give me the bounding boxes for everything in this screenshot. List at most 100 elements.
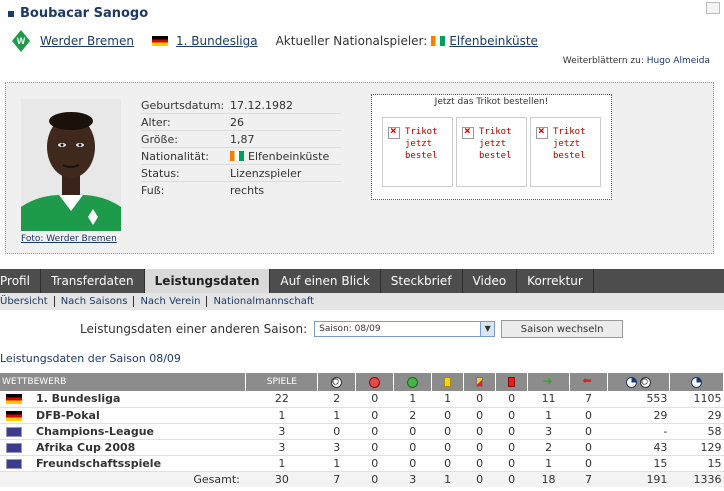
player-header: Boubacar Sanogo W Werder Bremen 1. Bunde… (0, 0, 724, 95)
stat-cell: 3 (245, 423, 318, 440)
total-label-text: Gesamt: (193, 472, 240, 486)
season-select[interactable]: Saison: 08/09 ▼ (314, 321, 496, 337)
subnav-uebersicht[interactable]: Übersicht (0, 296, 55, 307)
stat-cell: 0 (355, 439, 394, 456)
photo-caption-link[interactable]: Foto: Werder Bremen (21, 234, 117, 244)
jersey-ad-2[interactable]: Trikot jetzt bestel (456, 117, 527, 187)
jersey-ad-1[interactable]: Trikot jetzt bestel (382, 117, 453, 187)
competition-badge-icon (6, 458, 22, 469)
next-player-link[interactable]: Hugo Almeida (647, 56, 710, 66)
stat-cell: 0 (463, 455, 496, 472)
next-label: Weiterblättern zu: (562, 56, 644, 66)
stat-cell: 1 (317, 407, 356, 424)
ivory-coast-flag-icon (230, 151, 244, 161)
stat-cell: 2 (393, 407, 432, 424)
info-label: Geburtsdatum: (141, 98, 225, 112)
subnav-nationalmannschaft[interactable]: Nationalmannschaft (207, 296, 320, 307)
change-season-button[interactable]: Saison wechseln (501, 320, 624, 338)
club-row: W Werder Bremen 1. Bundesliga Aktueller … (12, 28, 538, 54)
header-subbed-out (569, 373, 608, 391)
stat-cell: 0 (355, 407, 394, 424)
table-row: 1. Bundesliga 22 2 0 1 1 0 0 11 7 553 1105 (0, 391, 724, 408)
info-value: Lizenzspieler (230, 166, 302, 180)
close-icon[interactable] (706, 2, 720, 14)
broken-image-icon (388, 125, 400, 139)
stat-cell: 0 (569, 455, 608, 472)
stats-table: WETTBEWERB SPIELE 1. Bundesliga222011001… (0, 373, 724, 487)
yellow-red-card-icon (476, 376, 484, 387)
table-row: Freundschaftsspiele 1 1 0 0 0 0 0 1 0 15 15 (0, 455, 724, 472)
stat-cell: 3 (527, 423, 570, 440)
header-minutes (669, 373, 724, 391)
stat-cell: 7 (569, 471, 608, 487)
jersey-ad-text: Trikot jetzt bestel (479, 127, 512, 161)
tab-video[interactable]: Video (463, 269, 518, 293)
stat-cell: 43 (607, 439, 670, 456)
stat-cell: 1 (245, 455, 318, 472)
chevron-down-icon[interactable]: ▼ (480, 322, 495, 336)
header-subbed-in (527, 373, 571, 391)
table-total-row: Gesamt: 30 7 0 3 1 0 0 18 7 191 1336 (0, 471, 724, 487)
info-value: 26 (230, 115, 244, 129)
competition-cell[interactable]: Afrika Cup 2008 (0, 439, 246, 456)
competition-badge-icon (6, 426, 22, 437)
season-selector-row: Leistungsdaten einer anderen Saison: Sai… (80, 320, 624, 338)
tab-korrektur[interactable]: Korrektur (517, 269, 594, 293)
competition-cell[interactable]: DFB-Pokal (0, 407, 246, 424)
stat-cell: 1 (317, 455, 356, 472)
stat-cell: 0 (495, 391, 528, 408)
league-link[interactable]: 1. Bundesliga (176, 34, 258, 48)
stat-cell: 2 (317, 391, 356, 408)
info-label: Alter: (141, 115, 171, 129)
section-title: Leistungsdaten der Saison 08/09 (0, 352, 181, 365)
info-row-status: Status: Lizenzspieler (141, 165, 341, 182)
tab-leistungsdaten[interactable]: Leistungsdaten (144, 269, 271, 293)
competition-cell[interactable]: 1. Bundesliga (0, 391, 246, 408)
national-team-link[interactable]: Elfenbeinküste (449, 34, 538, 48)
header-red (495, 373, 529, 391)
header-yellow (431, 373, 465, 391)
yellow-card-icon (444, 376, 452, 387)
stat-cell: 30 (245, 471, 318, 487)
info-row-height: Größe: 1,87 (141, 131, 341, 148)
jersey-ad-3[interactable]: Trikot jetzt bestel (530, 117, 601, 187)
main-tabs: Profil Transferdaten Leistungsdaten Auf … (0, 269, 724, 293)
ivory-coast-flag-icon (431, 36, 446, 46)
tab-auf-einen-blick[interactable]: Auf einen Blick (270, 269, 381, 293)
svg-text:W: W (17, 36, 26, 46)
own-goal-ball-icon (369, 376, 381, 388)
stat-cell: 553 (607, 391, 670, 408)
stat-cell: 0 (355, 423, 394, 440)
stat-cell: 0 (463, 407, 496, 424)
stat-cell: 1 (431, 471, 464, 487)
player-info-list: Geburtsdatum: 17.12.1982 Alter: 26 Größe… (141, 97, 341, 199)
stat-cell: 0 (355, 471, 394, 487)
stat-cell: 0 (463, 391, 496, 408)
jersey-ad-text: Trikot jetzt bestel (553, 127, 586, 161)
info-label: Nationalität: (141, 149, 209, 163)
tab-transferdaten[interactable]: Transferdaten (41, 269, 145, 293)
stat-cell: 0 (463, 471, 496, 487)
header-own-goals (355, 373, 395, 391)
subnav-nach-verein[interactable]: Nach Verein (134, 296, 208, 307)
subnav-nach-saisons[interactable]: Nach Saisons (55, 296, 135, 307)
stat-cell: 0 (355, 455, 394, 472)
broken-image-icon (462, 125, 474, 139)
header-games: SPIELE (245, 373, 319, 391)
tab-profil[interactable]: Profil (0, 269, 41, 293)
competition-cell[interactable]: Champions-League (0, 423, 246, 440)
table-row: Afrika Cup 2008 3 3 0 0 0 0 0 2 0 43 129 (0, 439, 724, 456)
info-value: rechts (230, 184, 265, 197)
club-link[interactable]: Werder Bremen (40, 34, 134, 48)
assist-ball-icon (407, 376, 419, 388)
stat-cell: 0 (569, 423, 608, 440)
competition-cell[interactable]: Freundschaftsspiele (0, 455, 246, 472)
tab-steckbrief[interactable]: Steckbrief (381, 269, 463, 293)
stat-cell: 1336 (669, 471, 724, 487)
header-competition: WETTBEWERB (0, 373, 247, 391)
national-label: Aktueller Nationalspieler: (275, 34, 428, 48)
stat-cell: 2 (527, 439, 570, 456)
goal-ball-icon (331, 376, 343, 388)
stat-cell: 3 (245, 439, 318, 456)
sub-navigation: Übersicht Nach Saisons Nach Verein Natio… (0, 293, 724, 310)
